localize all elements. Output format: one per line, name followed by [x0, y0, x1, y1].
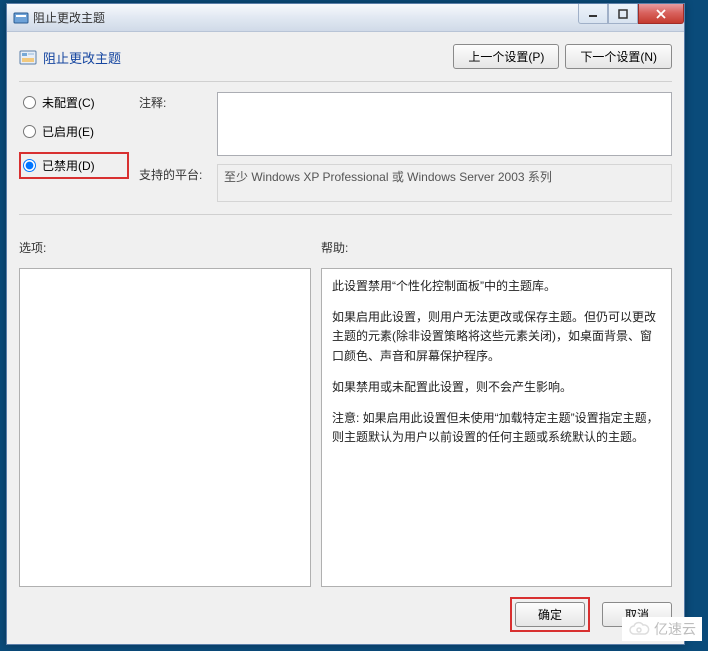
prev-setting-button[interactable]: 上一个设置(P) [453, 44, 559, 69]
watermark-text: 亿速云 [654, 619, 696, 639]
highlight-annotation: 已禁用(D) [19, 152, 129, 179]
config-row: 未配置(C) 已启用(E) 已禁用(D) 注释: [19, 92, 672, 202]
comment-row: 注释: [139, 92, 672, 156]
ok-button[interactable]: 确定 [515, 602, 585, 627]
divider [19, 214, 672, 215]
radio-enabled[interactable]: 已启用(E) [23, 123, 129, 140]
policy-title: 阻止更改主题 [43, 48, 121, 67]
policy-icon [19, 49, 37, 67]
nav-buttons: 上一个设置(P) 下一个设置(N) [453, 42, 672, 69]
help-panel[interactable]: 此设置禁用“个性化控制面板”中的主题库。 如果启用此设置，则用户无法更改或保存主… [321, 268, 672, 587]
platform-row: 支持的平台: 至少 Windows XP Professional 或 Wind… [139, 164, 672, 202]
options-panel[interactable] [19, 268, 311, 587]
highlight-annotation: 确定 [510, 597, 590, 632]
radio-disabled-label: 已禁用(D) [42, 157, 95, 174]
options-header: 选项: [19, 239, 311, 256]
column-headers: 选项: 帮助: [19, 239, 672, 256]
dialog-content: 阻止更改主题 上一个设置(P) 下一个设置(N) 未配置(C) 已启用(E) [7, 32, 684, 644]
help-p1: 此设置禁用“个性化控制面板”中的主题库。 [332, 277, 661, 296]
maximize-button[interactable] [608, 4, 638, 24]
help-p2: 如果启用此设置，则用户无法更改或保存主题。但仍可以更改主题的元素(除非设置策略将… [332, 308, 661, 366]
state-radio-group: 未配置(C) 已启用(E) 已禁用(D) [19, 92, 129, 202]
divider [19, 81, 672, 82]
comment-label: 注释: [139, 92, 209, 156]
footer: 确定 取消 [19, 597, 672, 632]
help-header: 帮助: [321, 239, 348, 256]
radio-enabled-label: 已启用(E) [42, 123, 94, 140]
fields: 注释: 支持的平台: 至少 Windows XP Professional 或 … [139, 92, 672, 202]
minimize-button[interactable] [578, 4, 608, 24]
radio-not-configured-input[interactable] [23, 96, 36, 109]
app-icon [13, 10, 29, 26]
lower-panels: 此设置禁用“个性化控制面板”中的主题库。 如果启用此设置，则用户无法更改或保存主… [19, 268, 672, 587]
next-setting-button[interactable]: 下一个设置(N) [565, 44, 672, 69]
radio-enabled-input[interactable] [23, 125, 36, 138]
platform-label: 支持的平台: [139, 164, 209, 202]
radio-disabled-input[interactable] [23, 159, 36, 172]
header-left: 阻止更改主题 [19, 42, 121, 67]
help-p3: 如果禁用或未配置此设置，则不会产生影响。 [332, 378, 661, 397]
radio-not-configured[interactable]: 未配置(C) [23, 94, 129, 111]
titlebar[interactable]: 阻止更改主题 [7, 4, 684, 32]
close-button[interactable] [638, 4, 684, 24]
cloud-icon [628, 621, 650, 637]
window-controls [578, 4, 684, 24]
help-p4: 注意: 如果启用此设置但未使用“加载特定主题”设置指定主题，则主题默认为用户以前… [332, 409, 661, 447]
comment-input[interactable] [217, 92, 672, 156]
platform-value: 至少 Windows XP Professional 或 Windows Ser… [217, 164, 672, 202]
dialog-window: 阻止更改主题 [6, 3, 685, 645]
radio-disabled[interactable]: 已禁用(D) [23, 157, 121, 174]
radio-not-configured-label: 未配置(C) [42, 94, 95, 111]
window-title: 阻止更改主题 [33, 9, 105, 26]
watermark: 亿速云 [622, 617, 702, 641]
header-row: 阻止更改主题 上一个设置(P) 下一个设置(N) [19, 42, 672, 69]
